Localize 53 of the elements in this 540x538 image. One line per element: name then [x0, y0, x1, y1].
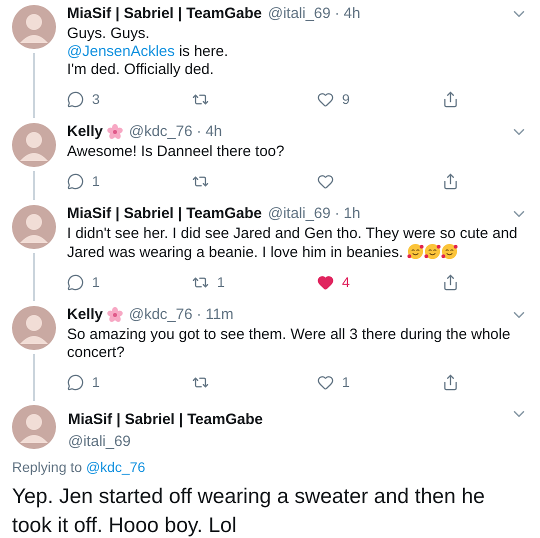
count: 1 [92, 373, 100, 392]
heart-icon[interactable] [317, 274, 334, 291]
timestamp[interactable]: 4h [205, 123, 222, 141]
timestamp[interactable]: 1h [344, 205, 360, 223]
share-icon[interactable] [442, 91, 459, 108]
flower-icon [106, 124, 123, 140]
reply-icon[interactable] [67, 374, 84, 391]
count: 1 [92, 273, 100, 292]
user-name[interactable]: MiaSif | Sabriel | TeamGabe [68, 409, 263, 432]
tweet-text: So amazing you got to see them. Were all 3 there during the whole concert? [67, 326, 512, 362]
count: 3 [92, 90, 100, 109]
flower-icon [106, 307, 123, 323]
heart-icon[interactable] [317, 173, 334, 190]
share-icon[interactable] [442, 274, 459, 291]
share-icon[interactable] [442, 173, 459, 190]
heart-icon[interactable] [317, 374, 334, 391]
tweet-text: I'm ded. Officially ded. [67, 61, 215, 79]
reply-icon[interactable] [67, 91, 84, 108]
reply-icon[interactable] [67, 173, 84, 190]
smiling-face-hearts-icon [441, 243, 458, 260]
count: 1 [92, 172, 100, 191]
user-name[interactable]: Kelly [67, 123, 103, 141]
smiling-face-hearts-icon [407, 243, 424, 260]
user-handle[interactable]: @kdc_76 [128, 123, 192, 141]
timestamp[interactable]: 11m [205, 306, 234, 324]
count: 9 [342, 90, 350, 109]
user-handle[interactable]: @itali_69 [268, 205, 331, 223]
tweet-text: Guys. Guys. [67, 25, 151, 43]
replying-to-text: Replying to @kdc_76 [12, 458, 146, 476]
reply-icon[interactable] [67, 274, 84, 291]
smiling-face-hearts-icon [424, 243, 442, 260]
mention-link[interactable]: @JensenAckles [67, 43, 175, 60]
share-icon[interactable] [442, 374, 459, 391]
count: 1 [342, 373, 350, 392]
mention-link[interactable]: @kdc_76 [86, 458, 146, 474]
separator-dot: · [196, 123, 202, 141]
separator-dot: · [334, 205, 340, 223]
separator-dot: · [334, 5, 340, 23]
count: 1 [217, 273, 225, 292]
count: 4 [342, 273, 350, 292]
tweet-text: @JensenAckles is here. [67, 43, 230, 61]
separator-dot: · [196, 306, 202, 324]
user-name[interactable]: Kelly [67, 306, 103, 324]
tweet-text: Yep. Jen started off wearing a sweater and then he took it off. Hooo boy. Lol [12, 484, 486, 538]
tweet-text: I didn't see her. I did see Jared and Gen tho. They were so cute and Jared was wearing a beanie. I love him in beanies. [67, 225, 518, 262]
heart-icon[interactable] [317, 91, 334, 108]
user-handle[interactable]: @itali_69 [68, 432, 131, 452]
user-name[interactable]: MiaSif | Sabriel | TeamGabe [67, 5, 262, 23]
tweet-text: Awesome! Is Danneel there too? [67, 143, 286, 161]
user-name[interactable]: MiaSif | Sabriel | TeamGabe [67, 205, 262, 223]
user-handle[interactable]: @kdc_76 [128, 306, 192, 324]
timestamp[interactable]: 4h [344, 5, 360, 23]
user-handle[interactable]: @itali_69 [268, 5, 331, 23]
